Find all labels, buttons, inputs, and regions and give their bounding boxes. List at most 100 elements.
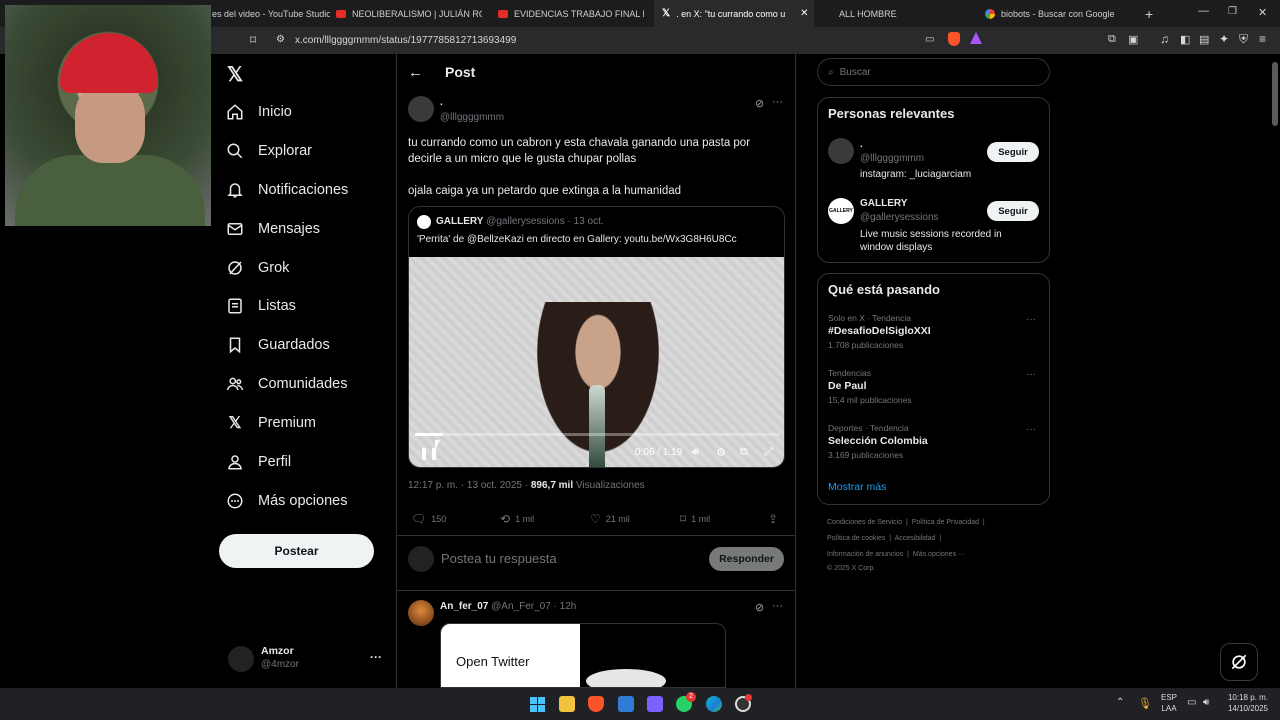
share-action[interactable]: ⇪ (768, 512, 778, 526)
post-more-icon[interactable]: ··· (772, 96, 783, 108)
brave-shield-icon[interactable] (948, 32, 960, 46)
post-button[interactable]: Postear (219, 534, 374, 568)
file-explorer-icon[interactable] (559, 696, 575, 712)
account-name[interactable]: Amzor (261, 645, 294, 657)
quoted-post[interactable]: GALLERY @gallerysessions · 13 oct. 'Perr… (408, 206, 785, 468)
grok-floating-button[interactable] (1220, 643, 1258, 681)
window-close-icon[interactable]: ✕ (1258, 6, 1267, 19)
music-icon[interactable]: ♫ (1160, 32, 1169, 46)
nav-item-guardados[interactable]: Guardados (226, 330, 330, 360)
nav-item-inicio[interactable]: Inicio (226, 97, 292, 127)
store-icon[interactable] (618, 696, 634, 712)
nav-item-mensajes[interactable]: Mensajes (226, 214, 320, 244)
reply-image[interactable]: Open Twitter (440, 623, 726, 688)
minimize-icon[interactable]: — (1198, 5, 1209, 17)
wallet-icon[interactable]: ▤ (1199, 33, 1209, 46)
browser-tab[interactable]: NEOLIBERALISMO | JULIÁN RODRÍGU (336, 0, 482, 27)
post-timestamp[interactable]: 12:17 p. m. · 13 oct. 2025 · (408, 480, 528, 491)
browser-tab[interactable]: ALL HOMBRE (839, 0, 959, 27)
leo-ai-icon[interactable]: ✦ (1219, 32, 1229, 46)
microphone-icon[interactable]: 🎙︎ (1138, 697, 1152, 710)
clock[interactable]: 10:18 p. m. 14/10/2025 (1224, 692, 1268, 714)
nav-item-comunidades[interactable]: Comunidades (226, 369, 347, 399)
author-name[interactable]: . (440, 97, 443, 108)
game-icon[interactable] (647, 696, 663, 712)
site-info-icon[interactable]: ⚙ (276, 34, 285, 45)
bookmark-page-icon[interactable]: ⌑ (250, 33, 256, 47)
footer-link[interactable]: Política de cookies (827, 535, 885, 542)
reply-more-icon[interactable]: ··· (772, 600, 783, 612)
nav-item-listas[interactable]: Listas (226, 291, 296, 321)
footer-link[interactable]: Accesibilidad (895, 535, 936, 542)
person-name[interactable]: GALLERY (860, 198, 907, 209)
reply-author-name[interactable]: An_fer_07 (440, 601, 488, 612)
follow-button[interactable]: Seguir (987, 201, 1039, 221)
author-avatar[interactable] (408, 96, 434, 122)
footer-link[interactable]: Información de anuncios (827, 551, 903, 558)
brave-rewards-icon[interactable] (970, 32, 982, 44)
tray-expand-icon[interactable]: ⌃ (1116, 697, 1124, 708)
nav-item-perfil[interactable]: Perfil (226, 447, 291, 477)
browser-tab-active[interactable]: 𝕏 . en X: "tu currando como u ✕ (654, 0, 814, 27)
author-handle[interactable]: @lllggggmmm (440, 112, 504, 123)
search-input[interactable]: Buscar (840, 67, 871, 78)
browser-tab[interactable]: biobots - Buscar con Google (985, 0, 1135, 27)
fullscreen-icon[interactable]: ⤢ (764, 446, 773, 459)
grok-icon[interactable]: ⊘ (755, 601, 764, 614)
screenshot-icon[interactable]: ▣ (1128, 33, 1138, 46)
close-icon[interactable]: ✕ (800, 8, 808, 19)
back-arrow-icon[interactable]: ← (408, 64, 423, 81)
trend-more-icon[interactable]: ··· (1026, 369, 1036, 380)
person-name[interactable]: . (860, 139, 863, 150)
reply-author-handle[interactable]: @An_Fer_07 (491, 601, 551, 612)
network-icon[interactable]: ▭ (1187, 697, 1196, 708)
trend-more-icon[interactable]: ··· (1026, 314, 1036, 325)
pip-icon[interactable]: ⧉ (740, 446, 748, 459)
start-icon[interactable] (530, 697, 545, 712)
nav-item-notificaciones[interactable]: Notificaciones (226, 175, 348, 205)
nav-item-explorar[interactable]: Explorar (226, 136, 312, 166)
nav-item-premium[interactable]: 𝕏 Premium (226, 408, 316, 438)
bookmark-action[interactable]: ⌑ 1 mil (680, 512, 710, 526)
url-field[interactable]: x.com/lllggggmmm/status/1977785812713693… (295, 35, 516, 46)
sidebar-icon[interactable]: ◧ (1180, 33, 1190, 46)
nav-item-grok[interactable]: Grok (226, 253, 289, 283)
browser-tab[interactable]: es del video - YouTube Studio (212, 0, 330, 27)
person-handle[interactable]: @lllggggmmm (860, 153, 924, 164)
trend-item[interactable]: Solo en X · Tendencia #DesafioDelSigloXX… (828, 313, 931, 350)
follow-button[interactable]: Seguir (987, 142, 1039, 162)
person-avatar[interactable] (828, 138, 854, 164)
footer-link[interactable]: Política de Privacidad (912, 519, 979, 526)
settings-icon[interactable]: ⚙ (716, 446, 726, 459)
person-handle[interactable]: @gallerysessions (860, 212, 939, 223)
reply-input[interactable]: Postea tu respuesta (441, 551, 557, 566)
browser-tab[interactable]: EVIDENCIAS TRABAJO FINAL DE GR (498, 0, 644, 27)
video-player[interactable]: ❚❚ 0:06 / 1:19 🔊︎ ⚙ ⧉ ⤢ (409, 257, 784, 467)
show-more-link[interactable]: Mostrar más (828, 481, 886, 493)
footer-link[interactable]: Más opciones ··· (913, 551, 965, 558)
footer-link[interactable]: Condiciones de Servicio (827, 519, 902, 526)
reply-author-avatar[interactable] (408, 600, 434, 626)
volume-icon[interactable]: 🔊︎ (692, 446, 699, 459)
extensions-icon[interactable]: ⧉ (1108, 33, 1116, 46)
x-logo-icon[interactable]: 𝕏 (227, 62, 243, 87)
grok-icon[interactable]: ⊘ (755, 97, 764, 110)
reply-action[interactable]: 🗨︎ 150 (411, 512, 446, 526)
brave-browser-icon[interactable] (588, 696, 604, 712)
trend-item[interactable]: Tendencias De Paul 15,4 mil publicacione… (828, 368, 912, 405)
nav-item-mas-opciones[interactable]: Más opciones (226, 486, 347, 516)
reply-button[interactable]: Responder (709, 547, 784, 571)
vpn-shield-icon[interactable]: ⛨ (1239, 32, 1248, 47)
new-tab-icon[interactable]: + (1145, 6, 1153, 22)
volume-icon[interactable]: 🔊︎ (1203, 697, 1209, 708)
video-progress-track[interactable] (415, 433, 780, 436)
language-indicator[interactable]: ESP LAA (1161, 692, 1177, 714)
trend-item[interactable]: Deportes · Tendencia Selección Colombia … (828, 423, 928, 460)
account-more-icon[interactable]: ··· (370, 650, 382, 664)
person-avatar[interactable]: GALLERY (828, 198, 854, 224)
page-scrollbar[interactable] (1272, 62, 1278, 126)
like-action[interactable]: ♡ 21 mil (590, 512, 630, 526)
trend-more-icon[interactable]: ··· (1026, 424, 1036, 435)
cast-icon[interactable]: ▭ (925, 34, 934, 45)
maximize-icon[interactable]: ❐ (1228, 6, 1237, 17)
